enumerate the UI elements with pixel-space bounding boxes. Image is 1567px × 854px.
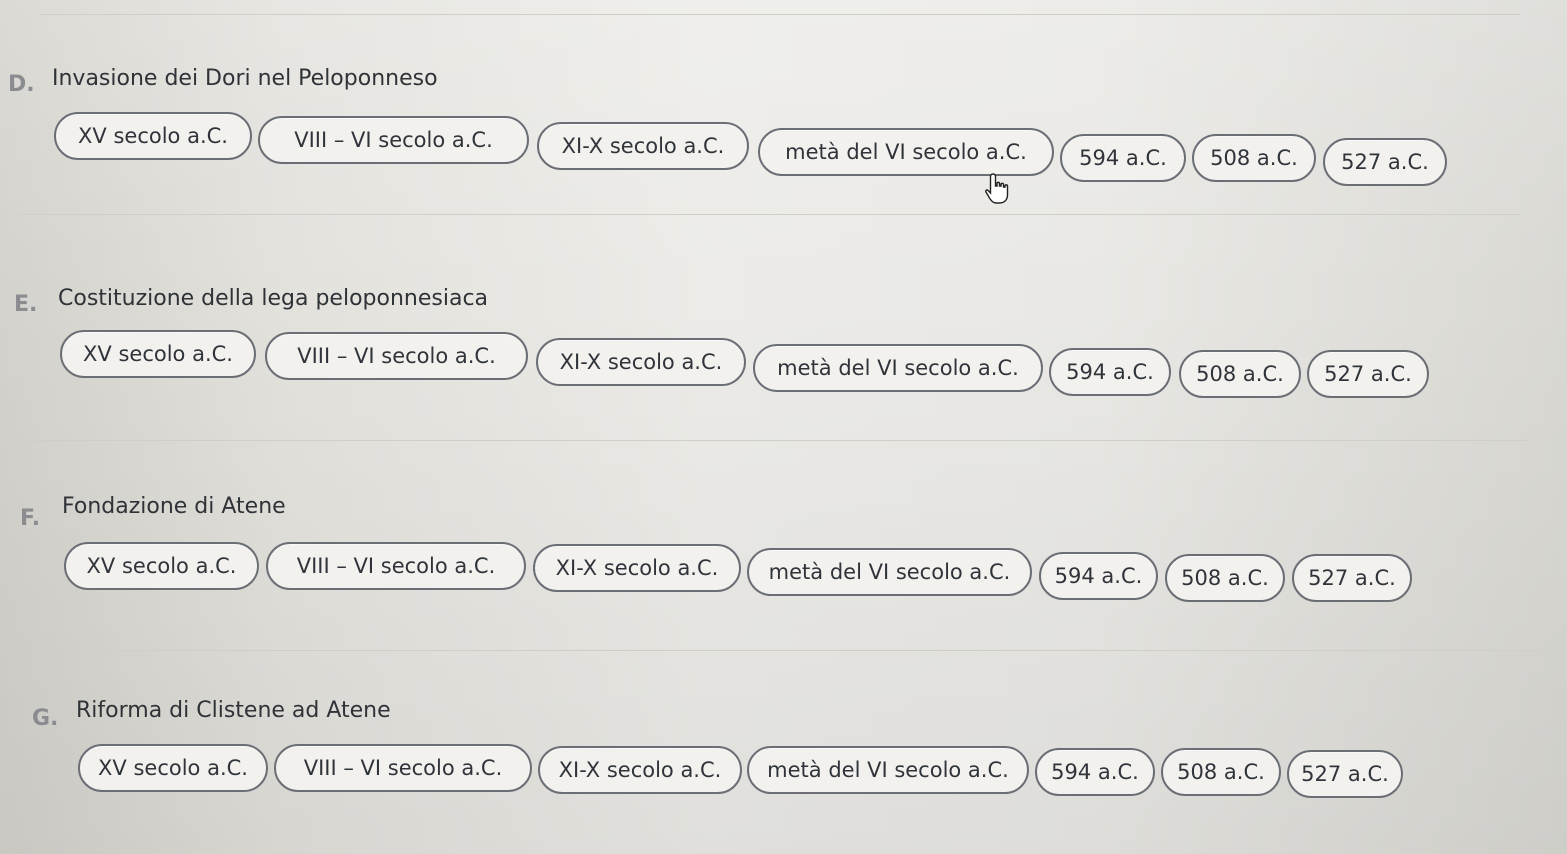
option-527[interactable]: 527 a.C. xyxy=(1307,350,1429,398)
hand-pointer-icon xyxy=(985,173,1009,204)
question-title: Riforma di Clistene ad Atene xyxy=(76,698,391,723)
option-meta-vi-secolo[interactable]: metà del VI secolo a.C. xyxy=(747,746,1029,794)
option-594[interactable]: 594 a.C. xyxy=(1049,348,1171,396)
option-xv-secolo[interactable]: XV secolo a.C. xyxy=(54,112,252,160)
option-viii-vi-secolo[interactable]: VIII – VI secolo a.C. xyxy=(265,332,528,380)
question-letter: G. xyxy=(32,706,59,731)
option-527[interactable]: 527 a.C. xyxy=(1323,138,1447,186)
option-594[interactable]: 594 a.C. xyxy=(1035,748,1155,796)
divider-3 xyxy=(20,650,1540,651)
option-xi-x-secolo[interactable]: XI-X secolo a.C. xyxy=(538,746,742,794)
divider-1 xyxy=(20,214,1520,215)
options-e: XV secolo a.C. VIII – VI secolo a.C. XI-… xyxy=(0,322,1567,398)
option-527[interactable]: 527 a.C. xyxy=(1287,750,1403,798)
options-g: XV secolo a.C. VIII – VI secolo a.C. XI-… xyxy=(0,736,1567,806)
option-xi-x-secolo[interactable]: XI-X secolo a.C. xyxy=(536,338,746,386)
option-508[interactable]: 508 a.C. xyxy=(1192,134,1316,182)
option-viii-vi-secolo[interactable]: VIII – VI secolo a.C. xyxy=(274,744,532,792)
option-527[interactable]: 527 a.C. xyxy=(1292,554,1412,602)
options-f: XV secolo a.C. VIII – VI secolo a.C. XI-… xyxy=(0,532,1567,602)
option-meta-vi-secolo[interactable]: metà del VI secolo a.C. xyxy=(747,548,1032,596)
option-xv-secolo[interactable]: XV secolo a.C. xyxy=(78,744,268,792)
question-letter: E. xyxy=(14,292,38,317)
option-xi-x-secolo[interactable]: XI-X secolo a.C. xyxy=(537,122,749,170)
question-title: Invasione dei Dori nel Peloponneso xyxy=(52,66,438,91)
question-d: D. Invasione dei Dori nel Peloponneso xyxy=(0,0,1567,120)
options-d: XV secolo a.C. VIII – VI secolo a.C. XI-… xyxy=(0,106,1567,186)
question-letter: D. xyxy=(8,72,35,97)
option-594[interactable]: 594 a.C. xyxy=(1060,134,1186,182)
option-meta-vi-secolo[interactable]: metà del VI secolo a.C. xyxy=(753,344,1043,392)
option-508[interactable]: 508 a.C. xyxy=(1161,748,1281,796)
question-letter: F. xyxy=(20,506,41,531)
option-xi-x-secolo[interactable]: XI-X secolo a.C. xyxy=(533,544,741,592)
option-594[interactable]: 594 a.C. xyxy=(1039,552,1158,600)
option-viii-vi-secolo[interactable]: VIII – VI secolo a.C. xyxy=(258,116,529,164)
option-508[interactable]: 508 a.C. xyxy=(1179,350,1301,398)
question-title: Costituzione della lega peloponnesiaca xyxy=(58,286,489,311)
question-title: Fondazione di Atene xyxy=(62,494,286,519)
option-meta-vi-secolo[interactable]: metà del VI secolo a.C. xyxy=(758,128,1054,176)
divider-2 xyxy=(20,440,1530,441)
option-xv-secolo[interactable]: XV secolo a.C. xyxy=(60,330,256,378)
option-viii-vi-secolo[interactable]: VIII – VI secolo a.C. xyxy=(266,542,526,590)
option-xv-secolo[interactable]: XV secolo a.C. xyxy=(64,542,259,590)
option-508[interactable]: 508 a.C. xyxy=(1165,554,1285,602)
